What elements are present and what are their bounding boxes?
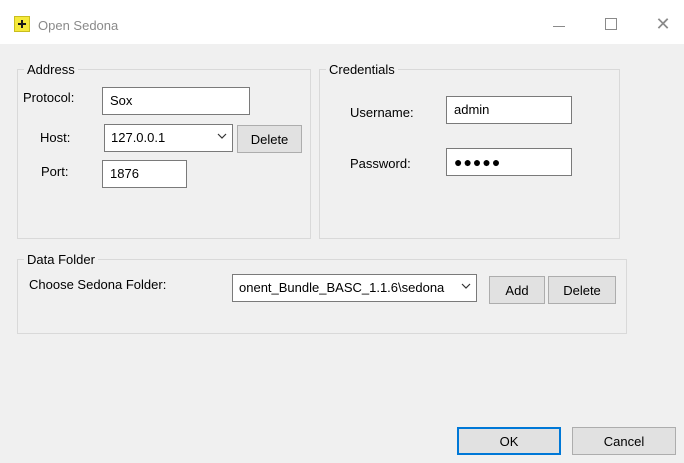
plus-icon — [14, 16, 30, 32]
host-select[interactable]: 127.0.0.1 — [104, 124, 233, 152]
username-label: Username: — [350, 105, 414, 120]
folder-select[interactable]: onent_Bundle_BASC_1.1.6\sedona — [232, 274, 477, 302]
username-input[interactable]: admin — [446, 96, 572, 124]
host-delete-button[interactable]: Delete — [237, 125, 302, 153]
cancel-button[interactable]: Cancel — [572, 427, 676, 455]
protocol-input[interactable]: Sox — [102, 87, 250, 115]
maximize-icon — [605, 18, 617, 30]
host-label: Host: — [40, 130, 71, 145]
port-label: Port: — [41, 164, 69, 179]
maximize-button[interactable] — [588, 8, 634, 40]
password-label: Password: — [350, 156, 411, 171]
choose-folder-label: Choose Sedona Folder: — [29, 277, 167, 292]
credentials-legend: Credentials — [326, 62, 398, 77]
folder-delete-button[interactable]: Delete — [548, 276, 616, 304]
open-sedona-dialog: Open Sedona ✕ Address Protocol: Sox Host… — [0, 0, 684, 463]
ok-button[interactable]: OK — [457, 427, 561, 455]
title-bar: Open Sedona ✕ — [0, 0, 684, 44]
close-button[interactable]: ✕ — [640, 8, 684, 40]
protocol-label: Protocol: — [23, 90, 75, 105]
port-input[interactable]: 1876 — [102, 160, 187, 188]
data-folder-legend: Data Folder — [24, 252, 98, 267]
minimize-button[interactable] — [536, 8, 582, 40]
password-input[interactable]: ●●●●● — [446, 148, 572, 176]
window-title: Open Sedona — [38, 18, 119, 33]
chevron-down-icon — [217, 133, 227, 139]
chevron-down-icon — [461, 283, 471, 289]
folder-select-value: onent_Bundle_BASC_1.1.6\sedona — [239, 280, 445, 295]
minimize-icon — [553, 25, 565, 27]
folder-add-button[interactable]: Add — [489, 276, 545, 304]
host-select-value: 127.0.0.1 — [111, 130, 166, 145]
address-legend: Address — [24, 62, 78, 77]
close-icon: ✕ — [655, 13, 671, 34]
